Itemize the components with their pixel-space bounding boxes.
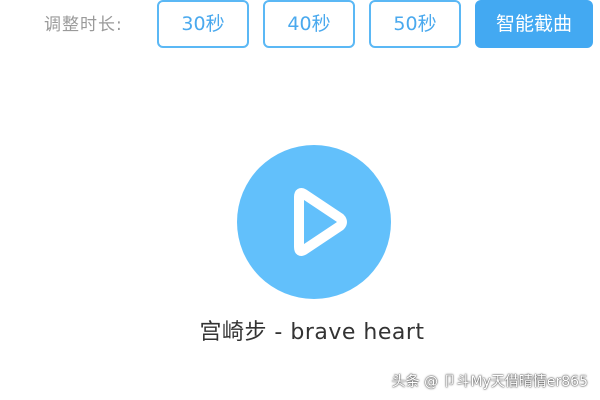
play-button[interactable] [237, 145, 391, 299]
adjust-duration-label: 调整时长: [44, 15, 123, 35]
play-icon [294, 188, 347, 256]
duration-50s-button[interactable]: 50秒 [369, 0, 461, 48]
duration-40s-button[interactable]: 40秒 [263, 0, 355, 48]
clip-editor-screen: 调整时长: 30秒 40秒 50秒 智能截曲 宫崎步 - brave heart… [0, 0, 600, 400]
song-title: 宫崎步 - brave heart [199, 320, 425, 345]
duration-30s-button[interactable]: 30秒 [157, 0, 249, 48]
watermark-text: 头条 @ 卩斗My天借晴情er865 [391, 374, 588, 390]
smart-cut-button[interactable]: 智能截曲 [475, 0, 593, 48]
